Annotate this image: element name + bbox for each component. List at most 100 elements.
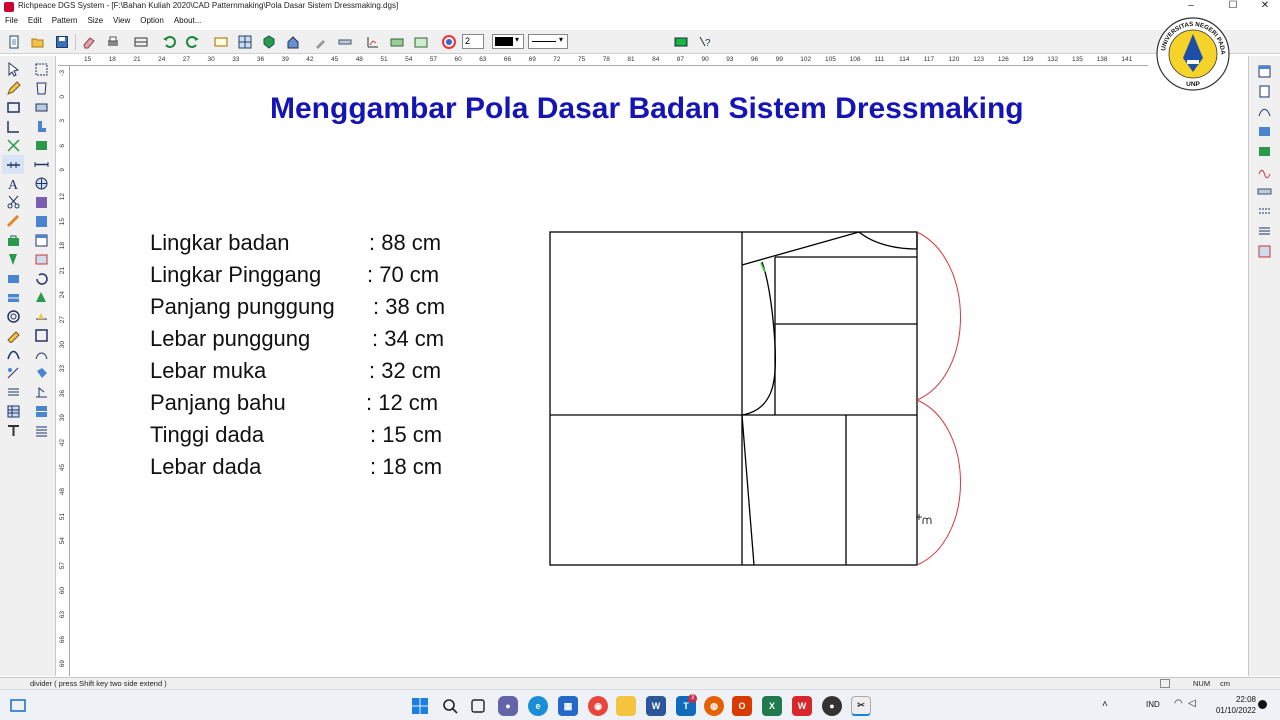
menu-file[interactable]: File: [0, 14, 23, 25]
task-view-icon[interactable]: [468, 696, 488, 716]
color-select[interactable]: ▾: [492, 34, 524, 49]
word-icon[interactable]: W: [646, 696, 666, 716]
chat-icon[interactable]: ●: [498, 696, 518, 716]
wifi-icon[interactable]: ◠: [1174, 698, 1183, 709]
language-indicator[interactable]: IND: [1146, 700, 1160, 709]
rotate-tool-button[interactable]: [30, 269, 52, 288]
chrome-icon[interactable]: ◉: [588, 696, 608, 716]
rectangle-tool-button[interactable]: [2, 98, 24, 117]
right-tool-button[interactable]: [1253, 242, 1275, 261]
right-tool-button[interactable]: [1253, 102, 1275, 121]
clock[interactable]: 22:08 01/10/2022: [1196, 694, 1256, 716]
right-tool-button[interactable]: [1253, 122, 1275, 141]
firefox-icon[interactable]: ◍: [704, 696, 724, 716]
color-picker-button[interactable]: [440, 33, 458, 51]
chevron-up-icon[interactable]: ˄: [1102, 699, 1108, 710]
start-icon[interactable]: [410, 696, 430, 716]
menu-pattern[interactable]: Pattern: [47, 14, 83, 25]
measure-button[interactable]: [364, 33, 382, 51]
curve-tool-button[interactable]: [2, 345, 24, 364]
undo-button[interactable]: [160, 33, 178, 51]
right-tool-button[interactable]: [1253, 62, 1275, 81]
ruler-tool-button[interactable]: [336, 33, 354, 51]
text-tool-button[interactable]: A: [2, 174, 24, 193]
image-tool-button[interactable]: [30, 250, 52, 269]
piece-button[interactable]: [260, 33, 278, 51]
neckline-curve[interactable]: [858, 231, 918, 250]
armhole-curve[interactable]: [741, 261, 776, 416]
arc-tool-button[interactable]: [30, 345, 52, 364]
bag-tool-button[interactable]: [2, 231, 24, 250]
line-style-select[interactable]: ▾: [528, 34, 568, 49]
save-button[interactable]: [53, 33, 71, 51]
print-button[interactable]: [104, 33, 122, 51]
right-tool-button[interactable]: [1253, 222, 1275, 241]
divider-tool-button[interactable]: [2, 155, 24, 174]
fill-tool-button[interactable]: [30, 364, 52, 383]
spiral-tool-button[interactable]: [2, 307, 24, 326]
fold-tool-button[interactable]: [30, 98, 52, 117]
eraser-button[interactable]: [80, 33, 98, 51]
layout-button[interactable]: [412, 33, 430, 51]
plot-button[interactable]: [132, 33, 150, 51]
house-piece-button[interactable]: [284, 33, 302, 51]
media-player-icon[interactable]: ●: [822, 696, 842, 716]
line-width-input[interactable]: 2: [462, 34, 484, 49]
richpeace-app-icon[interactable]: ✂: [851, 696, 871, 716]
help-button[interactable]: ?: [696, 33, 714, 51]
grid-view-button[interactable]: [236, 33, 254, 51]
frame-tool-button[interactable]: [30, 326, 52, 345]
select-tool-button[interactable]: [2, 60, 24, 79]
chip-button[interactable]: [672, 33, 690, 51]
spreadsheet-icon[interactable]: X: [762, 696, 782, 716]
show-desktop-icon[interactable]: [8, 696, 28, 716]
seam-tool-button[interactable]: [2, 288, 24, 307]
menu-option[interactable]: Option: [135, 14, 169, 25]
menu-view[interactable]: View: [108, 14, 135, 25]
right-tool-button[interactable]: [1253, 202, 1275, 221]
measure-distance-button[interactable]: [30, 155, 52, 174]
ruler-measure-button[interactable]: [2, 212, 24, 231]
table-tool-button[interactable]: [2, 402, 24, 421]
menu-edit[interactable]: Edit: [23, 14, 47, 25]
brush-button[interactable]: [312, 33, 330, 51]
right-tool-button[interactable]: [1253, 82, 1275, 101]
file-explorer-icon[interactable]: [616, 696, 636, 716]
paint-tool-button[interactable]: [2, 326, 24, 345]
redo-button[interactable]: [184, 33, 202, 51]
grade-button[interactable]: [212, 33, 230, 51]
edge-icon[interactable]: e: [528, 696, 548, 716]
maximize-button[interactable]: ☐: [1218, 0, 1248, 14]
window-tool-button[interactable]: [30, 231, 52, 250]
office-icon[interactable]: O: [732, 696, 752, 716]
dart-tool-button[interactable]: [2, 250, 24, 269]
sew-tool-button[interactable]: [30, 383, 52, 402]
pick-point-button[interactable]: [30, 60, 52, 79]
cut-tool-button[interactable]: [2, 193, 24, 212]
right-tool-button[interactable]: [1253, 182, 1275, 201]
menu-size[interactable]: Size: [82, 14, 108, 25]
boot-tool-button[interactable]: [30, 117, 52, 136]
side-seam-line[interactable]: [741, 414, 755, 566]
bodice-pattern-drawing[interactable]: [540, 220, 980, 580]
notification-icon[interactable]: [1258, 700, 1267, 709]
marker-button[interactable]: [388, 33, 406, 51]
scissor-line-button[interactable]: [2, 136, 24, 155]
new-file-button[interactable]: [5, 33, 23, 51]
merge-tool-button[interactable]: [30, 136, 52, 155]
label-tool-button[interactable]: [2, 421, 24, 440]
right-tool-button[interactable]: [1253, 162, 1275, 181]
shoulder-line[interactable]: [741, 231, 860, 266]
shape-tool-button[interactable]: [30, 79, 52, 98]
circle-tool-button[interactable]: [30, 174, 52, 193]
speaker-icon[interactable]: ◁: [1188, 698, 1196, 709]
notch-tool-button[interactable]: [2, 269, 24, 288]
stack-tool-button[interactable]: [30, 421, 52, 440]
block-tool-button[interactable]: [30, 402, 52, 421]
menu-about[interactable]: About...: [169, 14, 207, 25]
store-icon[interactable]: ▦: [558, 696, 578, 716]
mirror-tool-button[interactable]: [2, 364, 24, 383]
line-tool-button[interactable]: [2, 117, 24, 136]
minimize-button[interactable]: –: [1176, 0, 1206, 14]
right-tool-button[interactable]: [1253, 142, 1275, 161]
